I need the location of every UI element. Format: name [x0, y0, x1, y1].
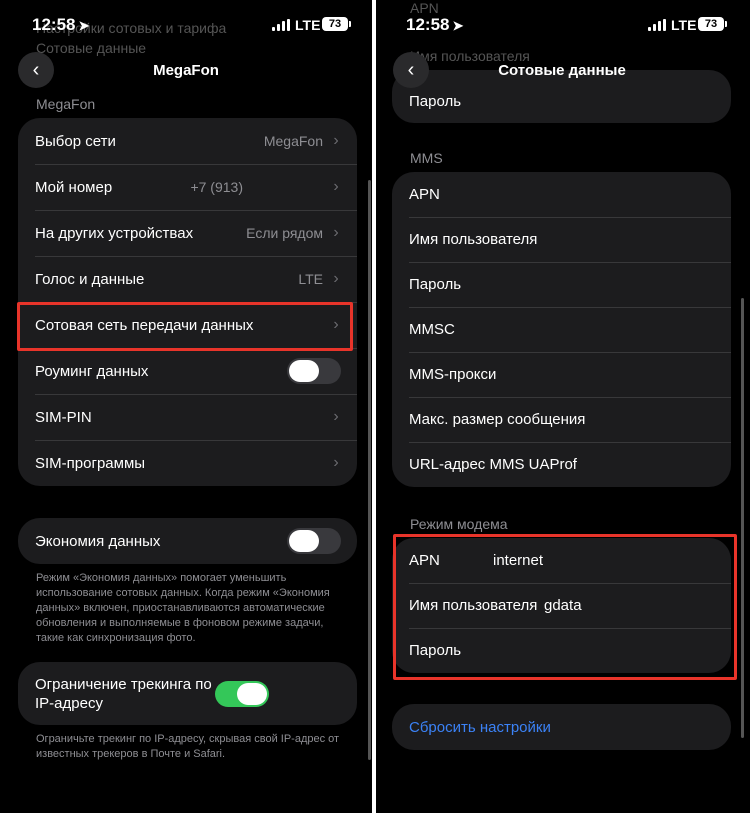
reset-settings-button[interactable]: Сбросить настройки	[392, 704, 731, 750]
chevron-right-icon: ›	[333, 132, 339, 149]
scrollbar[interactable]	[368, 180, 371, 760]
page-title: Сотовые данные	[498, 62, 626, 79]
mms-apn-row[interactable]: APN	[392, 172, 731, 217]
mms-max-size-row[interactable]: Макс. размер сообщения	[392, 397, 731, 442]
modem-group: APN internet Имя пользователя gdata Паро…	[392, 538, 731, 673]
location-arrow-icon: ➤	[452, 18, 464, 33]
status-time: 12:58 ➤	[32, 15, 90, 34]
data-roaming-toggle[interactable]	[287, 358, 341, 384]
sim-apps-row[interactable]: SIM-программы ›	[18, 440, 357, 486]
mms-uaprof-row[interactable]: URL-адрес MMS UAProf	[392, 442, 731, 487]
section-label-mms: MMS	[410, 150, 443, 166]
carrier-settings-group: Выбор сети MegaFon › Мой номер +7 (913) …	[18, 118, 357, 486]
right-screen: APN Имя пользователя 12:58 ➤ LTE 73 Парол…	[376, 0, 748, 813]
location-arrow-icon: ➤	[78, 18, 90, 33]
modem-username-value: gdata	[544, 597, 582, 614]
mms-password-row[interactable]: Пароль	[392, 262, 731, 307]
battery-icon: 73	[322, 17, 351, 31]
modem-apn-value: internet	[493, 552, 544, 569]
mmsc-row[interactable]: MMSC	[392, 307, 731, 352]
battery-icon: 73	[698, 17, 727, 31]
modem-password-row[interactable]: Пароль	[392, 628, 731, 673]
chevron-right-icon: ›	[333, 178, 339, 195]
sim-pin-row[interactable]: SIM-PIN ›	[18, 394, 357, 440]
mms-group: APN Имя пользователя Пароль MMSC MMS-про…	[392, 172, 731, 487]
signal-icon	[272, 19, 290, 31]
network-selection-row[interactable]: Выбор сети MegaFon ›	[18, 118, 357, 164]
chevron-right-icon: ›	[333, 454, 339, 471]
scrollbar[interactable]	[741, 298, 744, 738]
status-bar: 12:58 ➤ LTE 73	[0, 0, 372, 50]
ip-tracking-footnote: Ограничьте трекинг по IP-адресу, скрывая…	[36, 733, 340, 760]
my-number-row[interactable]: Мой номер +7 (913) ›	[18, 164, 357, 210]
ip-tracking-toggle[interactable]	[215, 680, 269, 707]
reset-group: Сбросить настройки	[392, 704, 731, 750]
page-title: MegaFon	[153, 62, 219, 79]
data-saver-toggle[interactable]	[287, 528, 341, 554]
status-time: 12:58 ➤	[406, 15, 464, 34]
modem-username-row[interactable]: Имя пользователя gdata	[392, 583, 731, 628]
network-type: LTE	[295, 17, 321, 33]
data-saver-group: Экономия данных	[18, 518, 357, 564]
section-label-modem: Режим модема	[410, 516, 508, 532]
chevron-right-icon: ›	[333, 316, 339, 333]
chevron-right-icon: ›	[333, 408, 339, 425]
data-saver-row: Экономия данных	[18, 518, 357, 564]
ip-tracking-group: Ограничение трекинга по IP-адресу	[18, 662, 357, 725]
modem-apn-row[interactable]: APN internet	[392, 538, 731, 583]
chevron-right-icon: ›	[333, 224, 339, 241]
section-label-carrier: MegaFon	[36, 96, 96, 112]
mms-username-row[interactable]: Имя пользователя	[392, 217, 731, 262]
chevron-right-icon: ›	[333, 270, 339, 287]
data-saver-footnote: Режим «Экономия данных» помогает уменьши…	[36, 572, 330, 644]
other-devices-row[interactable]: На других устройствах Если рядом ›	[18, 210, 357, 256]
ip-tracking-row: Ограничение трекинга по IP-адресу	[18, 662, 357, 725]
network-type: LTE	[671, 17, 697, 33]
data-roaming-row: Роуминг данных	[18, 348, 357, 394]
left-screen: Настройки сотовых и тарифа Сотовые данны…	[0, 0, 372, 813]
mms-proxy-row[interactable]: MMS-прокси	[392, 352, 731, 397]
status-bar: 12:58 ➤ LTE 73	[376, 0, 748, 50]
cellular-data-network-row[interactable]: Сотовая сеть передачи данных ›	[18, 302, 357, 348]
signal-icon	[648, 19, 666, 31]
voice-data-row[interactable]: Голос и данные LTE ›	[18, 256, 357, 302]
